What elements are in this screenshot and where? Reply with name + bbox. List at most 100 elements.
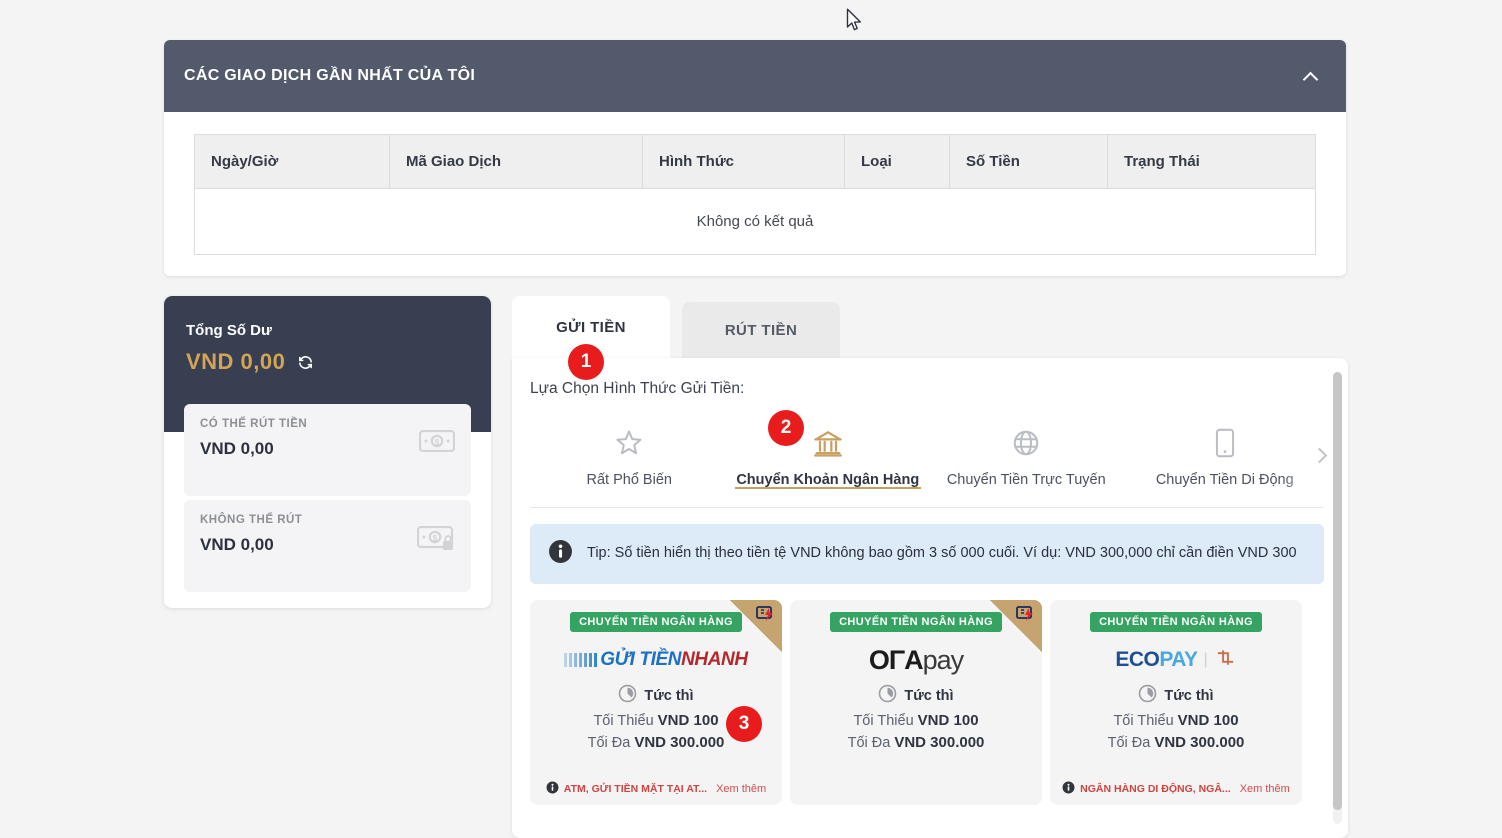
card-min-line: Tối Thiểu VND 100	[790, 712, 1042, 729]
tab-withdraw[interactable]: RÚT TIỀN	[682, 302, 840, 358]
logo-bars-icon	[564, 653, 599, 667]
card-footer-text: NGÂN HÀNG DI ĐỘNG, NGÂ...	[1080, 783, 1231, 795]
mouse-pointer-icon	[846, 8, 864, 39]
brand-text-part2: NHANH	[681, 649, 748, 670]
withdrawable-label: CÓ THỂ RÚT TIỀN	[200, 418, 308, 430]
chevron-up-icon[interactable]	[1304, 69, 1318, 83]
clock-icon	[1138, 684, 1157, 707]
mobile-icon	[1126, 422, 1325, 464]
withdrawable-balance-card: CÓ THỂ RÚT TIỀN VND 0,00 $	[184, 404, 471, 496]
method-label: Chuyển Khoản Ngân Hàng	[736, 472, 920, 488]
svg-text:$: $	[435, 438, 440, 447]
brand-text-part1: GỬI TIỀN	[600, 649, 682, 670]
method-label: Chuyển Tiền Trực Tuyến	[946, 472, 1106, 488]
wallet-flash-icon	[756, 605, 776, 628]
card-badge: CHUYỂN TIỀN NGÂN HÀNG	[830, 612, 1002, 632]
clock-icon	[878, 684, 897, 707]
method-online-transfer[interactable]: Chuyển Tiền Trực Tuyến	[927, 420, 1126, 488]
card-min-value: VND 100	[1177, 712, 1239, 729]
step-badge-1: 1	[568, 344, 604, 380]
brand-text-part1: OΓA	[868, 644, 924, 675]
payment-card-gui-tien-nhanh[interactable]: CHUYỂN TIỀN NGÂN HÀNG GỬI TIỀNNHANH Tức	[530, 600, 782, 805]
step-badge-3: 3	[726, 706, 762, 742]
card-badge: CHUYỂN TIỀN NGÂN HÀNG	[570, 612, 742, 632]
card-min-line: Tối Thiểu VND 100	[1050, 712, 1302, 729]
card-max-label: Tối Đa	[847, 735, 891, 751]
clock-icon	[618, 684, 637, 707]
card-speed-label: Tức thì	[1164, 687, 1214, 704]
banknote-icon: $	[418, 429, 456, 457]
card-max-value: VND 300.000	[894, 734, 985, 751]
scrollbar-thumb[interactable]	[1333, 372, 1342, 810]
card-min-label: Tối Thiểu	[853, 713, 914, 729]
brand-text-part2: PAY	[1159, 648, 1198, 671]
method-bank-transfer[interactable]: Chuyển Khoản Ngân Hàng	[729, 420, 928, 489]
card-footer-more-link[interactable]: Xem thêm	[1240, 783, 1290, 795]
deposit-panel: GỬI TIỀN RÚT TIỀN Lựa Chọn Hình Thức Gửi…	[512, 296, 1348, 838]
logo-divider: |	[1203, 651, 1208, 668]
brand-text-part2: pay	[922, 644, 965, 675]
col-method: Hình Thức	[642, 134, 845, 189]
wallet-flash-icon	[1016, 605, 1036, 628]
panel-title: CÁC GIAO DỊCH GẦN NHẤT CỦA TÔI	[184, 67, 476, 84]
card-speed-row: Tức thì	[1050, 684, 1302, 707]
table-row: Không có kết quả	[194, 188, 1316, 255]
col-amount: Số Tiền	[949, 134, 1108, 189]
locked-label: KHÔNG THỂ RÚT	[200, 514, 303, 526]
withdrawable-amount: VND 0,00	[200, 439, 274, 458]
card-brand-logo: ECOPAY |	[1050, 640, 1302, 680]
card-min-value: VND 100	[917, 712, 979, 729]
table-header-row: Ngày/Giờ Mã Giao Dịch Hình Thức Loại Số …	[194, 134, 1316, 189]
svg-text:$: $	[433, 534, 438, 543]
step-badge-2: 2	[768, 410, 804, 446]
card-badge: CHUYỂN TIỀN NGÂN HÀNG	[1090, 612, 1262, 632]
card-max-line: Tối Đa VND 300.000	[1050, 734, 1302, 751]
method-mobile-transfer[interactable]: Chuyển Tiền Di Động	[1126, 420, 1325, 488]
empty-results-message: Không có kết quả	[194, 188, 1316, 255]
payment-card-ofapay[interactable]: CHUYỂN TIỀN NGÂN HÀNG OΓApay Tức thì Tối…	[790, 600, 1042, 805]
payment-card-ecopay[interactable]: CHUYỂN TIỀN NGÂN HÀNG ECOPAY | Tức thì T…	[1050, 600, 1302, 805]
card-max-line: Tối Đa VND 300.000	[790, 734, 1042, 751]
card-footer-note[interactable]: NGÂN HÀNG DI ĐỘNG, NGÂ... Xem thêm	[1050, 781, 1302, 797]
card-max-value: VND 300.000	[1154, 734, 1245, 751]
col-status: Trạng Thái	[1107, 134, 1316, 189]
tip-text: Tip: Số tiền hiển thị theo tiền tệ VND k…	[587, 545, 1297, 562]
total-balance-row: VND 0,00	[186, 349, 469, 375]
deposit-tabs: GỬI TIỀN RÚT TIỀN	[512, 296, 1348, 358]
payment-method-cards: CHUYỂN TIỀN NGÂN HÀNG GỬI TIỀNNHANH Tức	[530, 600, 1324, 805]
method-label: Chuyển Tiền Di Động	[1155, 472, 1294, 488]
recent-transactions-header: CÁC GIAO DỊCH GẦN NHẤT CỦA TÔI	[164, 40, 1346, 112]
card-max-value: VND 300.000	[634, 734, 725, 751]
bank-icon	[729, 422, 928, 464]
card-min-label: Tối Thiểu	[1113, 713, 1174, 729]
total-balance-amount: VND 0,00	[186, 349, 286, 374]
card-speed-row: Tức thì	[530, 684, 782, 707]
ecopay-mark-icon	[1214, 646, 1237, 674]
card-speed-label: Tức thì	[644, 687, 694, 704]
card-max-label: Tối Đa	[587, 735, 631, 751]
col-txid: Mã Giao Dịch	[389, 134, 643, 189]
chevron-right-icon[interactable]	[1310, 446, 1330, 466]
tip-banner: Tip: Số tiền hiển thị theo tiền tệ VND k…	[530, 524, 1324, 584]
deposit-method-strip: Rất Phổ Biến Chuyển Khoản Ngân Hàng Chuy…	[530, 420, 1324, 508]
globe-icon	[927, 422, 1126, 464]
info-icon	[546, 781, 559, 797]
card-footer-note[interactable]: ATM, GỬI TIỀN MẶT TẠI AT... Xem thêm	[530, 781, 782, 797]
method-very-popular[interactable]: Rất Phổ Biến	[530, 420, 729, 488]
recent-transactions-panel: CÁC GIAO DỊCH GẦN NHẤT CỦA TÔI Ngày/Giờ …	[164, 40, 1346, 276]
deposit-body: Lựa Chọn Hình Thức Gửi Tiền: Rất Phổ Biế…	[512, 358, 1348, 838]
card-speed-row: Tức thì	[790, 684, 1042, 707]
method-label: Rất Phổ Biến	[586, 472, 672, 488]
refresh-icon[interactable]	[297, 354, 314, 371]
card-speed-label: Tức thì	[904, 687, 954, 704]
balance-card: Tổng Số Dư VND 0,00 CÓ THỂ RÚT TIỀN VND …	[164, 296, 491, 608]
info-icon	[1062, 781, 1075, 797]
card-min-value: VND 100	[657, 712, 719, 729]
brand-text-part1: ECO	[1115, 648, 1160, 671]
col-datetime: Ngày/Giờ	[194, 134, 390, 189]
col-type: Loại	[844, 134, 950, 189]
banknote-lock-icon: $	[416, 525, 455, 557]
card-footer-more-link[interactable]: Xem thêm	[716, 783, 766, 795]
transactions-table-wrap: Ngày/Giờ Mã Giao Dịch Hình Thức Loại Số …	[164, 112, 1346, 255]
deposit-panel-scrollbar[interactable]	[1333, 372, 1342, 824]
